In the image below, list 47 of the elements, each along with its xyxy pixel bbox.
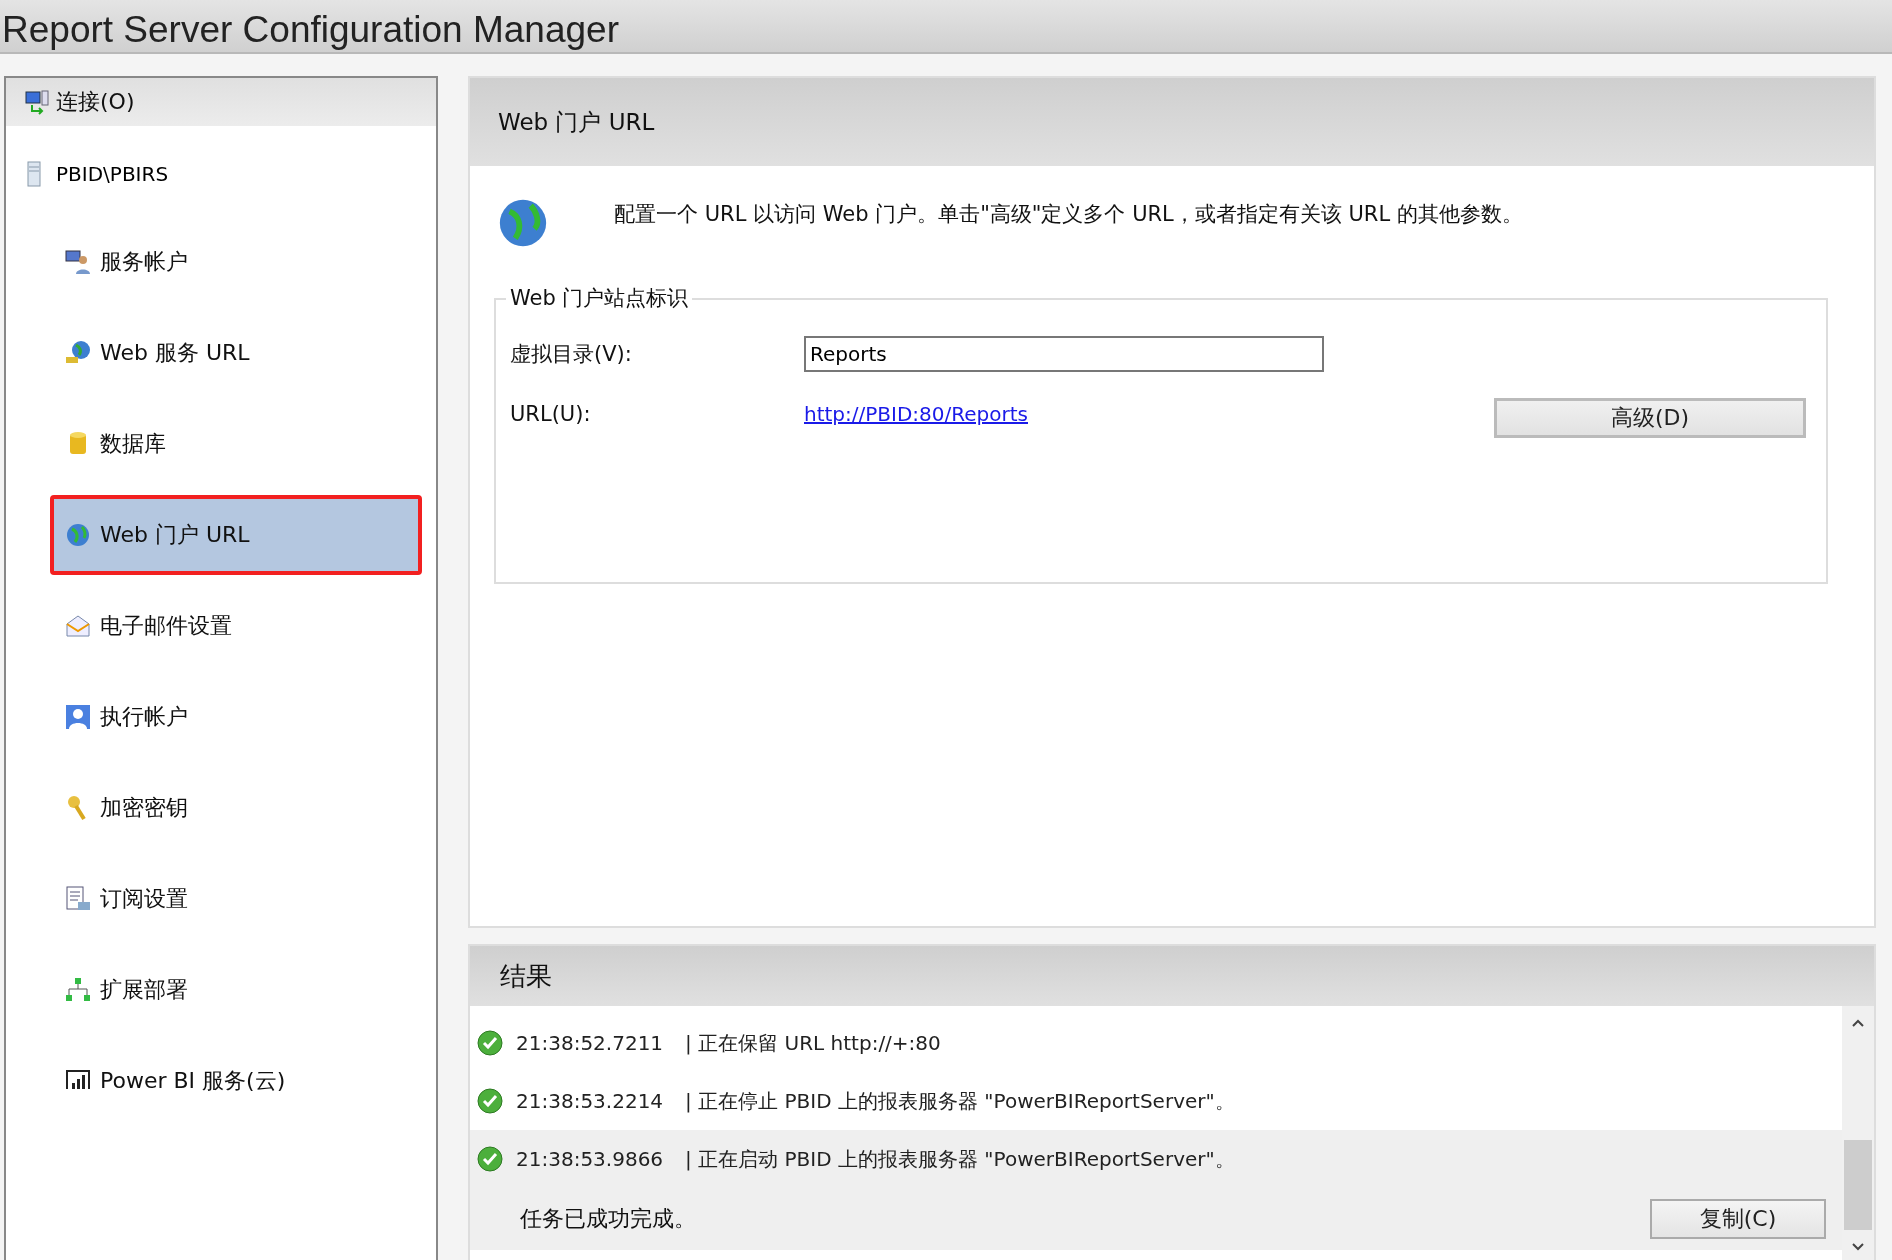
window-title: Report Server Configuration Manager (1, 8, 619, 52)
sidebar-item[interactable]: 加密密钥 (50, 768, 422, 848)
url-link[interactable]: http://PBID:80/Reports (804, 402, 1494, 426)
result-message: | 正在停止 PBID 上的报表服务器 "PowerBIReportServer"。 (685, 1087, 1235, 1115)
sidebar-item[interactable]: 服务帐户 (50, 222, 422, 302)
user-icon (64, 248, 92, 276)
success-check-icon (476, 1029, 504, 1057)
panel-title: Web 门户 URL (498, 107, 655, 137)
scrollbar[interactable] (1842, 1006, 1874, 1260)
result-message: | 正在启动 PBID 上的报表服务器 "PowerBIReportServer"。 (685, 1145, 1235, 1173)
server-name: PBID\PBIRS (56, 162, 169, 186)
advanced-button[interactable]: 高级(D) (1494, 398, 1806, 438)
virtual-directory-label: 虚拟目录(V): (510, 341, 633, 368)
virtual-directory-field[interactable]: Reports (804, 336, 1324, 372)
description-text: 配置一个 URL 以访问 Web 门户。单击"高级"定义多个 URL，或者指定有关该 URL 的其他参数。 (614, 201, 1523, 228)
success-check-icon (476, 1145, 504, 1173)
group-title: Web 门户站点标识 (506, 284, 693, 312)
result-time: 21:38:53.9866 (516, 1147, 664, 1171)
sidebar-item[interactable]: 电子邮件设置 (50, 586, 422, 666)
sidebar-item[interactable]: 扩展部署 (50, 950, 422, 1030)
scroll-up-icon[interactable] (1851, 1018, 1865, 1028)
results-title: 结果 (500, 959, 552, 993)
url-label: URL(U): (510, 402, 592, 426)
result-time: 21:38:52.7211 (516, 1031, 664, 1055)
summary-text: 任务已成功完成。 (520, 1205, 696, 1233)
result-row[interactable]: 21:38:52.7211 | 正在保留 URL http://+:80 (470, 1014, 1842, 1072)
server-icon (26, 161, 42, 187)
copy-button[interactable]: 复制(C) (1650, 1199, 1826, 1239)
sidebar-item[interactable]: 执行帐户 (50, 677, 422, 757)
result-message: | 正在保留 URL http://+:80 (685, 1029, 941, 1057)
result-row[interactable]: 21:38:53.2214 | 正在停止 PBID 上的报表服务器 "PowerBIReportServer"。 (470, 1072, 1842, 1130)
hierarchy-icon (64, 976, 92, 1004)
sidebar-item[interactable]: Web 服务 URL (50, 313, 422, 393)
result-time: 21:38:53.2214 (516, 1089, 664, 1113)
sidebar-item[interactable]: 订阅设置 (50, 859, 422, 939)
sidebar-item[interactable]: Power BI 服务(云) (50, 1041, 422, 1121)
connect-button[interactable]: 连接(O) (6, 78, 436, 126)
scroll-down-icon[interactable] (1851, 1242, 1865, 1252)
globe-icon (64, 521, 92, 549)
sidebar-item[interactable]: 数据库 (50, 404, 422, 484)
sidebar-item[interactable]: Web 门户 URL (50, 495, 422, 575)
computer-icon (24, 89, 50, 115)
success-check-icon (476, 1087, 504, 1115)
result-row[interactable]: 21:38:53.9866 | 正在启动 PBID 上的报表服务器 "PowerBIReportServer"。 (470, 1130, 1842, 1188)
person-icon (64, 703, 92, 731)
document-icon (64, 885, 92, 913)
scroll-thumb[interactable] (1844, 1140, 1872, 1230)
